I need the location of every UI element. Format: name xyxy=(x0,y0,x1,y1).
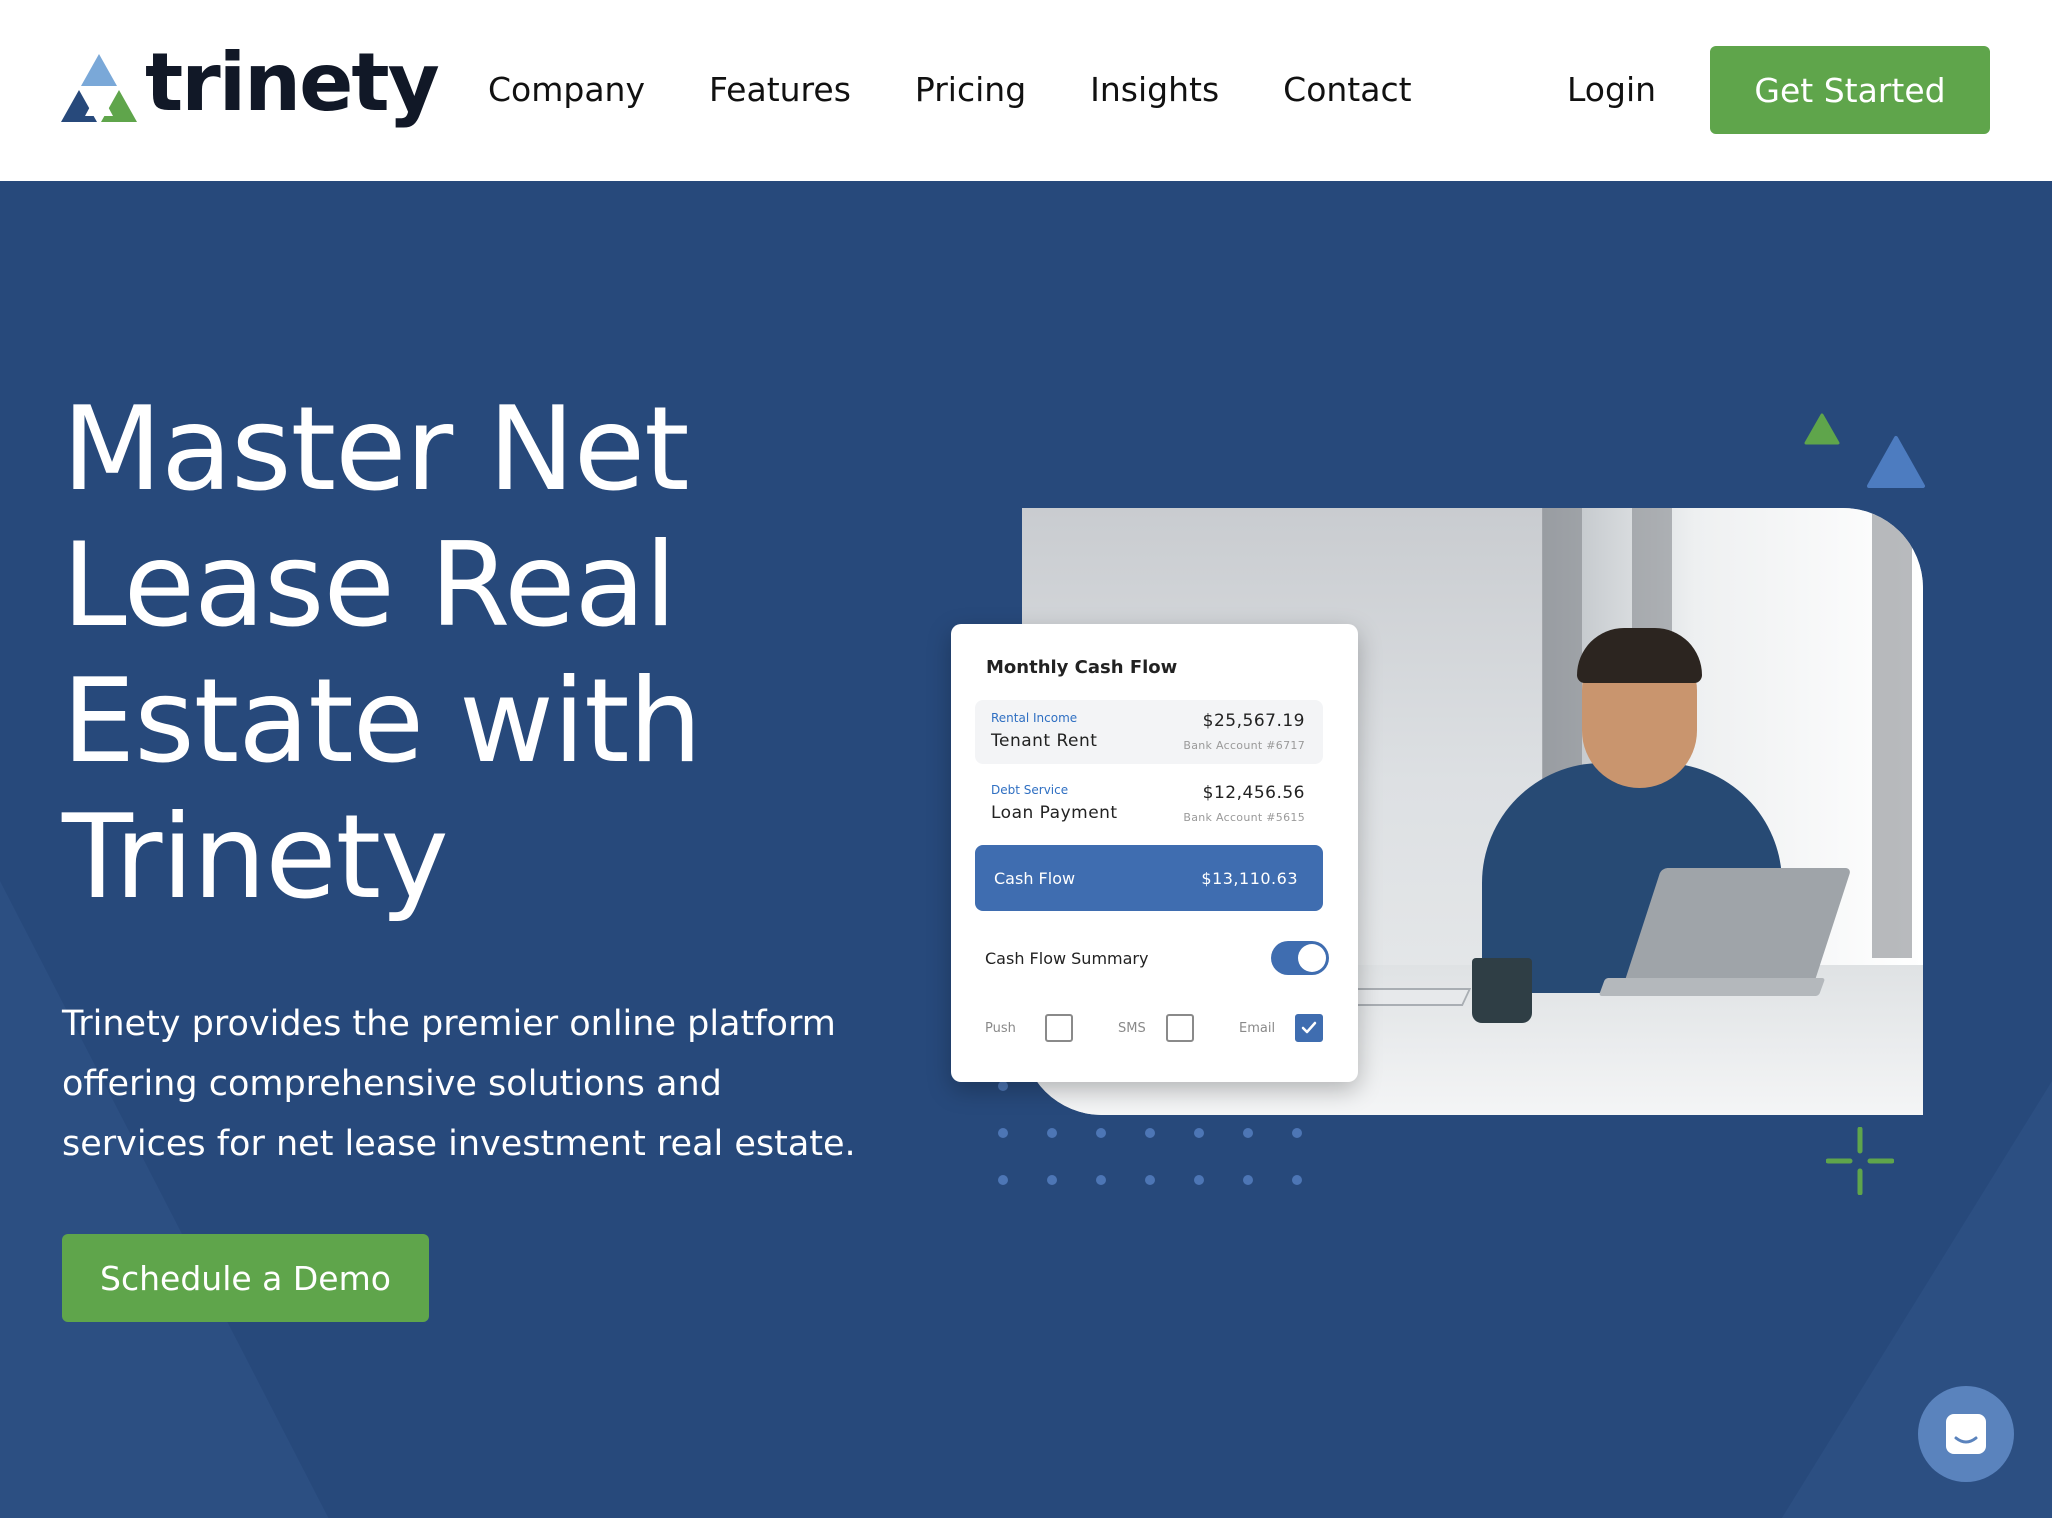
dot xyxy=(1047,1175,1057,1185)
main-nav: Company Features Pricing Insights Contac… xyxy=(488,62,1476,118)
nav-item-contact[interactable]: Contact xyxy=(1283,62,1411,118)
hero-subtitle-line: offering comprehensive solutions and xyxy=(62,1064,722,1104)
dot xyxy=(1194,1175,1204,1185)
triangle-logo-icon xyxy=(61,54,137,122)
cash-flow-label: Cash Flow xyxy=(994,869,1076,888)
row-name: Tenant Rent xyxy=(991,731,1098,751)
background-shape xyxy=(0,881,329,1518)
dot xyxy=(1047,1128,1057,1138)
dot xyxy=(1145,1128,1155,1138)
dot xyxy=(998,1175,1008,1185)
row-amount: $25,567.19 xyxy=(1202,711,1305,731)
logo-wordmark: trinety xyxy=(145,36,440,129)
dot xyxy=(998,1081,1008,1091)
hero-subtitle-line: services for net lease investment real e… xyxy=(62,1124,856,1164)
toggle-knob xyxy=(1298,944,1326,972)
hero-title-line: Trinety xyxy=(62,790,449,925)
row-category: Debt Service xyxy=(991,783,1069,797)
hero-section: Master Net Lease Real Estate with Trinet… xyxy=(0,181,2052,1518)
dot xyxy=(1243,1128,1253,1138)
chat-bubble-icon xyxy=(1946,1414,1986,1454)
dot xyxy=(1145,1175,1155,1185)
row-account: Bank Account #5615 xyxy=(1183,811,1305,824)
get-started-button[interactable]: Get Started xyxy=(1710,46,1990,134)
schedule-demo-button[interactable]: Schedule a Demo xyxy=(62,1234,429,1322)
summary-toggle[interactable] xyxy=(1271,941,1329,975)
hero-title-line: Estate with xyxy=(62,654,702,789)
checkmark-icon xyxy=(1301,1021,1317,1034)
email-label: Email xyxy=(1239,1021,1276,1036)
push-checkbox[interactable] xyxy=(1045,1014,1073,1042)
nav-item-pricing[interactable]: Pricing xyxy=(915,62,1026,118)
photo-mug xyxy=(1472,958,1532,1023)
cash-flow-total: Cash Flow $13,110.63 xyxy=(975,845,1323,911)
dot xyxy=(998,1128,1008,1138)
chat-button[interactable] xyxy=(1918,1386,2014,1482)
row-account: Bank Account #6717 xyxy=(1183,739,1305,752)
nav-item-company[interactable]: Company xyxy=(488,62,645,118)
card-title: Monthly Cash Flow xyxy=(986,657,1178,678)
dot xyxy=(1096,1128,1106,1138)
email-checkbox[interactable] xyxy=(1295,1014,1323,1042)
dot xyxy=(1243,1175,1253,1185)
dot xyxy=(1292,1128,1302,1138)
dot xyxy=(1096,1175,1106,1185)
login-link[interactable]: Login xyxy=(1567,62,1656,118)
photo-laptop xyxy=(1622,868,1852,988)
dot xyxy=(1292,1175,1302,1185)
sms-checkbox[interactable] xyxy=(1166,1014,1194,1042)
row-category: Rental Income xyxy=(991,711,1078,725)
hero-title-line: Lease Real xyxy=(62,518,677,653)
sms-label: SMS xyxy=(1118,1021,1146,1036)
hero-title: Master Net Lease Real Estate with Trinet… xyxy=(62,382,822,926)
push-label: Push xyxy=(985,1021,1016,1036)
dot xyxy=(1194,1128,1204,1138)
nav-item-insights[interactable]: Insights xyxy=(1090,62,1219,118)
cash-flow-row: Debt Service Loan Payment $12,456.56 Ban… xyxy=(975,772,1323,836)
cash-flow-row: Rental Income Tenant Rent $25,567.19 Ban… xyxy=(975,700,1323,764)
summary-label: Cash Flow Summary xyxy=(985,949,1149,968)
hero-subtitle: Trinety provides the premier online plat… xyxy=(62,994,862,1174)
hero-title-line: Master Net xyxy=(62,382,690,517)
nav-item-features[interactable]: Features xyxy=(709,62,851,118)
hero-subtitle-line: Trinety provides the premier online plat… xyxy=(62,1004,836,1044)
logo[interactable]: trinety xyxy=(61,43,440,130)
photo-curtain xyxy=(1872,508,1912,958)
cash-flow-card: Monthly Cash Flow Rental Income Tenant R… xyxy=(951,624,1358,1082)
row-name: Loan Payment xyxy=(991,803,1118,823)
blue-triangle-icon xyxy=(1867,436,1925,488)
site-header: trinety Company Features Pricing Insight… xyxy=(0,0,2052,181)
photo-laptop-base xyxy=(1598,978,1826,996)
green-plus-icon xyxy=(1826,1127,1894,1195)
cash-flow-amount: $13,110.63 xyxy=(1201,869,1298,888)
row-amount: $12,456.56 xyxy=(1202,783,1305,803)
green-triangle-icon xyxy=(1804,413,1840,445)
